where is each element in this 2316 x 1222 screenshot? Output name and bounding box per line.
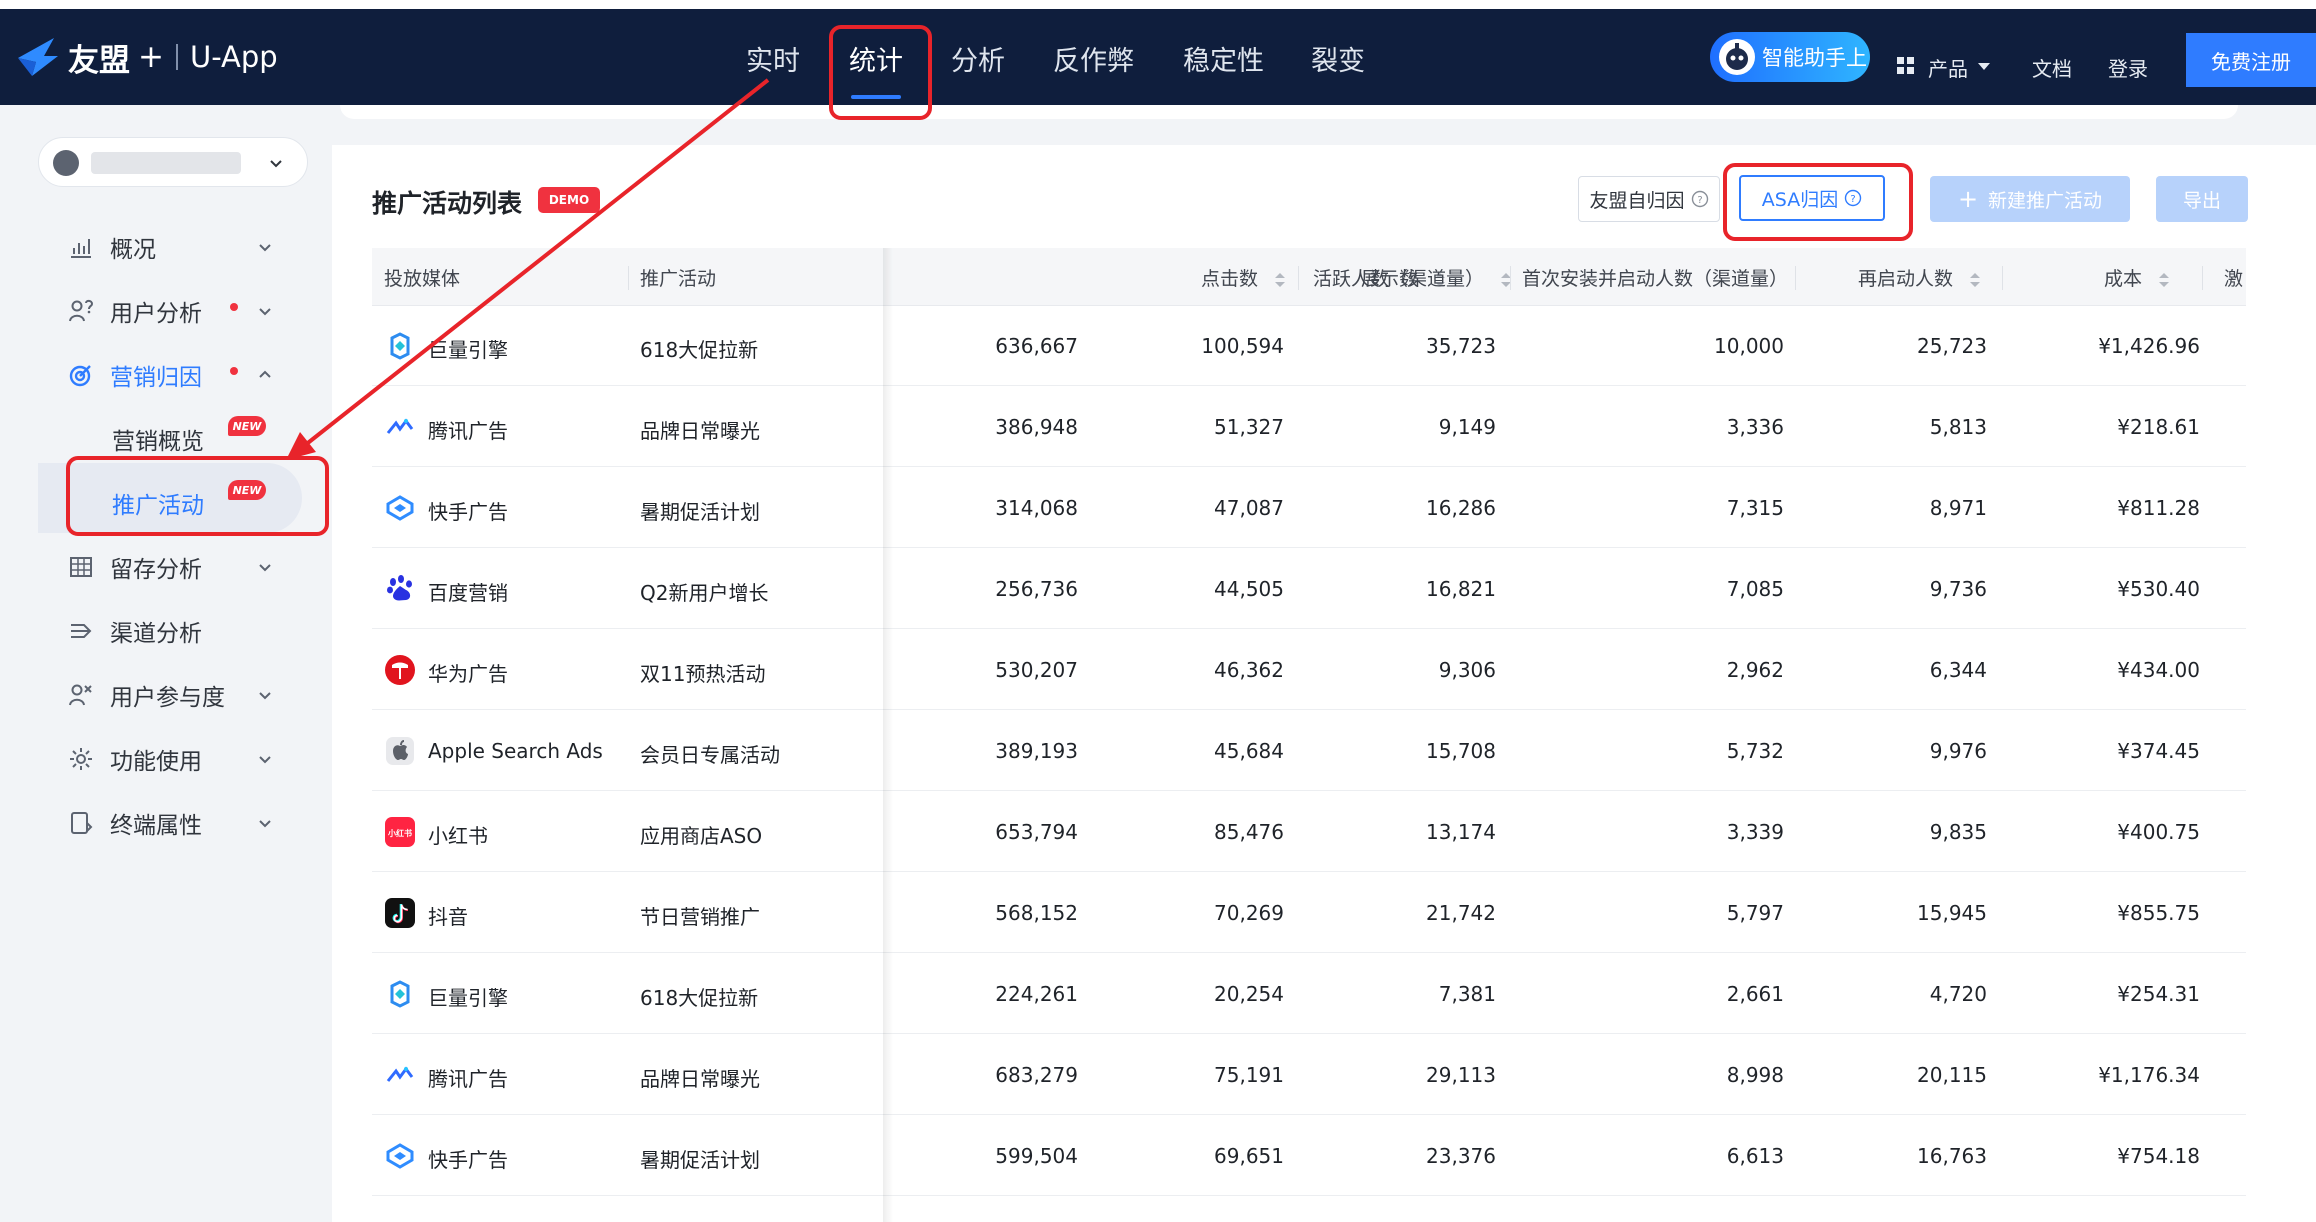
annotation-arrow xyxy=(286,78,770,460)
